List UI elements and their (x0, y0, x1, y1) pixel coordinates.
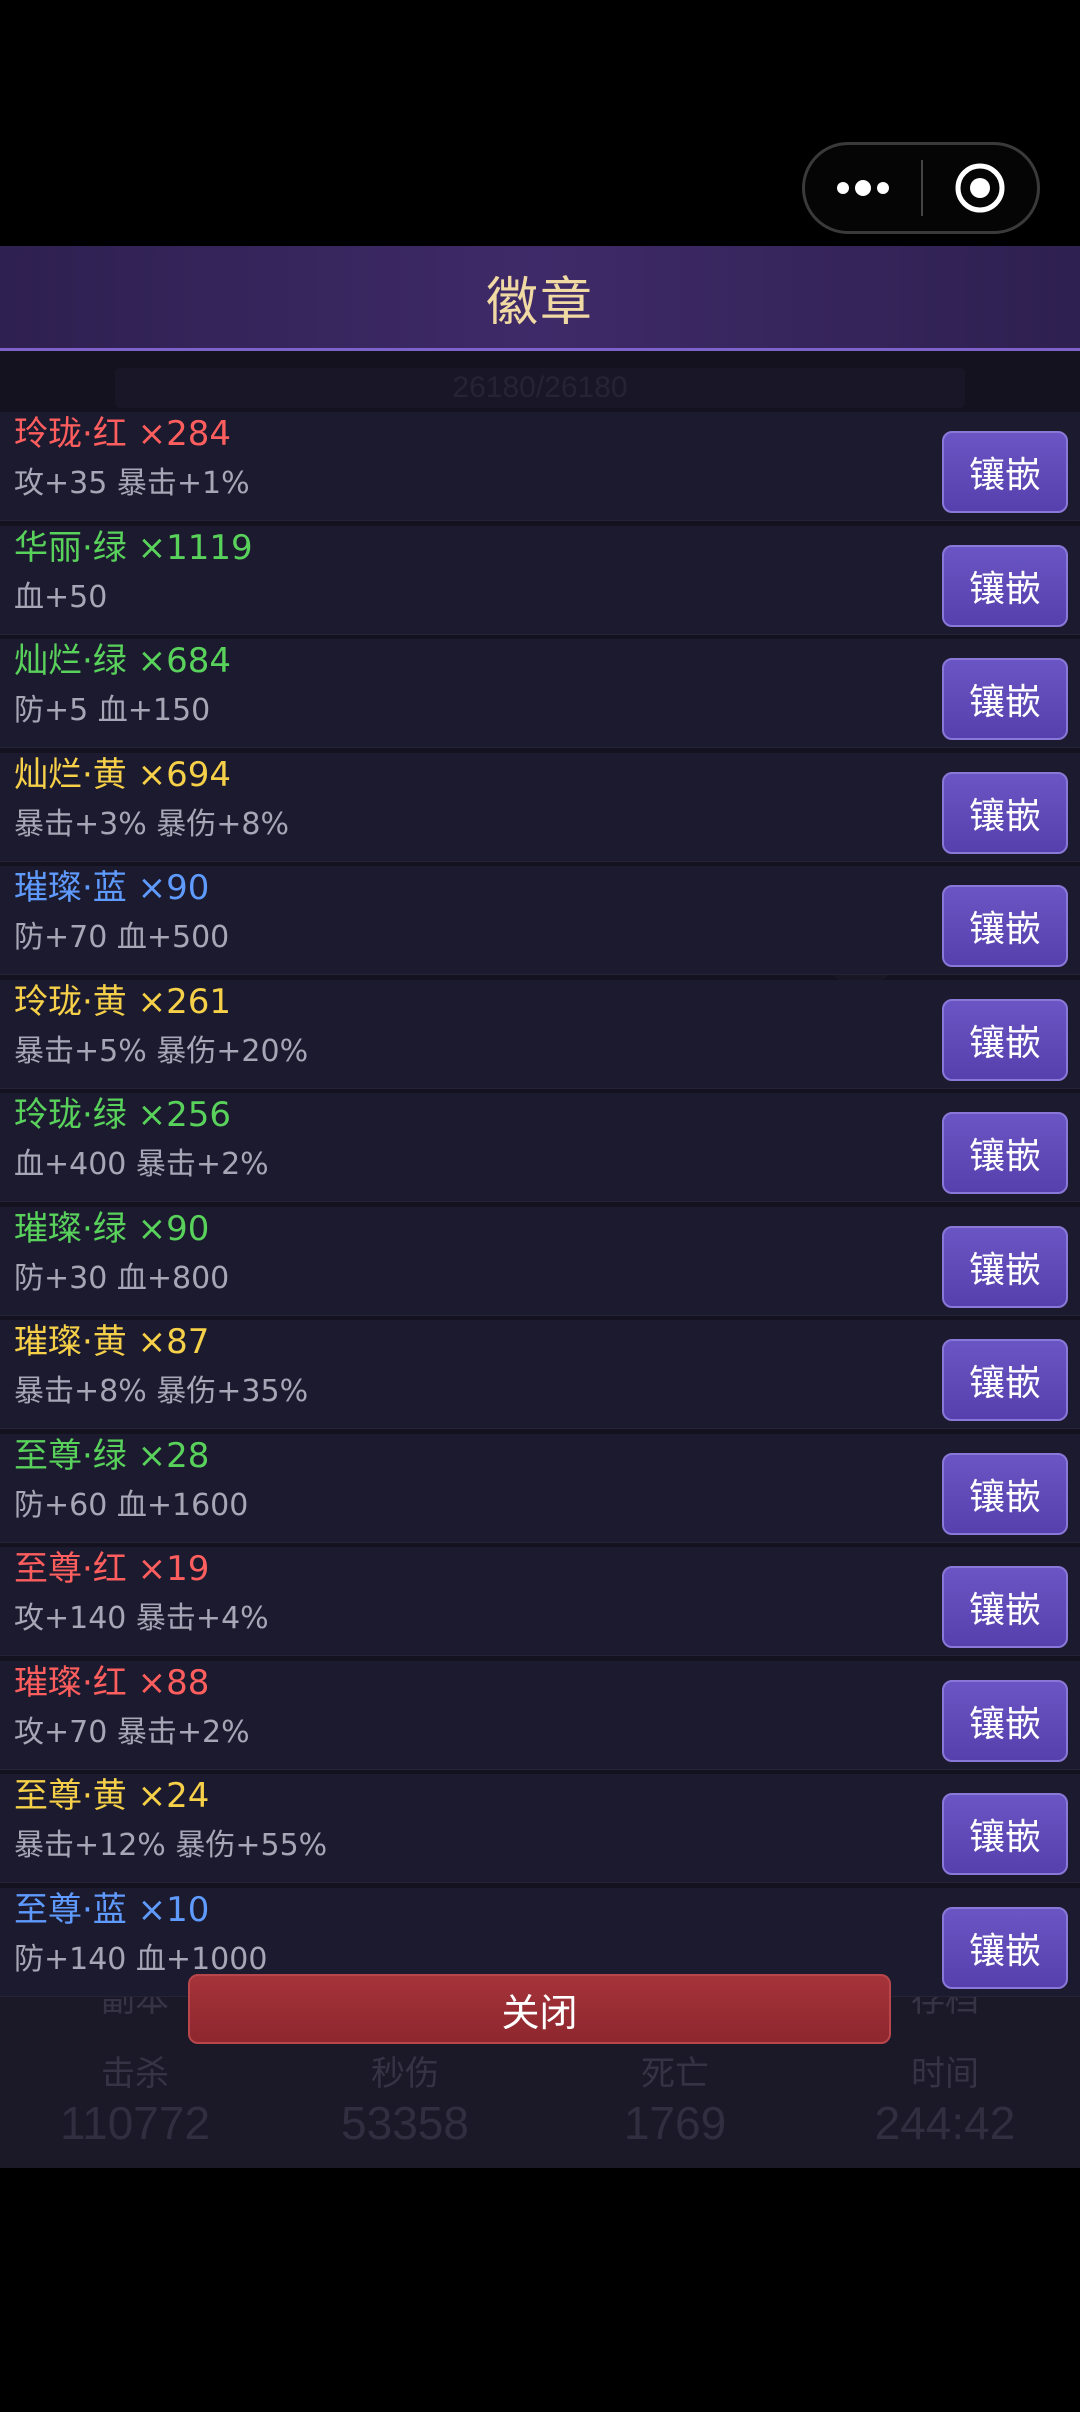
inlay-button[interactable]: 镶嵌 (942, 431, 1068, 513)
stat-value: 110772 (59, 2097, 211, 2149)
badge-effect: 攻+35 暴击+1% (14, 466, 250, 501)
inlay-button[interactable]: 镶嵌 (942, 1906, 1068, 1989)
badge-effect: 防+30 血+800 (14, 1260, 230, 1296)
mini-program-capsule (802, 142, 1040, 234)
badge-effect: 暴击+5% 暴伤+20% (14, 1033, 309, 1069)
badge-effect: 暴击+3% 暴伤+8% (14, 806, 289, 842)
background-stat-labels: 击杀 秒伤 死亡 时间 (0, 2046, 1080, 2095)
badge-effect: 防+60 血+1600 (14, 1487, 249, 1523)
badge-effect: 血+400 暴击+2% (14, 1147, 269, 1182)
badge-row: 璀璨·黄 ×87 暴击+8% 暴伤+35% 镶嵌 (0, 1320, 1080, 1429)
stat-value: 53358 (341, 2097, 469, 2149)
inlay-button[interactable]: 镶嵌 (942, 1566, 1068, 1648)
badge-name: 玲珑·黄 ×261 (14, 981, 231, 1022)
badge-name: 璀璨·蓝 ×90 (14, 868, 210, 908)
badge-row: 璀璨·红 ×88 攻+70 暴击+2% 镶嵌 (0, 1660, 1080, 1770)
stat-label: 死亡 (641, 2055, 709, 2093)
inlay-button[interactable]: 镶嵌 (942, 1339, 1068, 1421)
dialog-title-bar: 徽章 (0, 246, 1080, 351)
more-dots-icon[interactable] (805, 145, 921, 231)
badge-name: 至尊·红 ×19 (14, 1549, 210, 1589)
badge-row: 至尊·绿 ×28 防+60 血+1600 镶嵌 (0, 1433, 1080, 1543)
inlay-button[interactable]: 镶嵌 (942, 658, 1068, 740)
stat-value: 1769 (623, 2097, 727, 2149)
inlay-button[interactable]: 镶嵌 (942, 544, 1068, 627)
inlay-button[interactable]: 镶嵌 (942, 1793, 1068, 1875)
badge-row: 华丽·绿 ×1119 血+50 镶嵌 (0, 525, 1080, 635)
inlay-button[interactable]: 镶嵌 (942, 1452, 1068, 1535)
target-circle-icon[interactable] (923, 145, 1037, 231)
background-hp-bar: 26180/26180 (115, 368, 965, 408)
badge-name: 玲珑·红 ×284 (14, 414, 231, 454)
dialog-title: 徽章 (485, 272, 594, 333)
inlay-button[interactable]: 镶嵌 (942, 771, 1068, 854)
badge-name: 至尊·蓝 ×10 (14, 1889, 210, 1930)
inlay-button[interactable]: 镶嵌 (942, 1112, 1068, 1194)
inlay-button[interactable]: 镶嵌 (942, 1679, 1068, 1762)
badge-row: 灿烂·黄 ×694 暴击+3% 暴伤+8% 镶嵌 (0, 752, 1080, 862)
stat-label: 击杀 (101, 2055, 169, 2093)
badge-effect: 攻+140 暴击+4% (14, 1601, 269, 1636)
inlay-button[interactable]: 镶嵌 (942, 1225, 1068, 1308)
close-button[interactable]: 关闭 (188, 1974, 891, 2044)
badge-row: 玲珑·绿 ×256 血+400 暴击+2% 镶嵌 (0, 1093, 1080, 1202)
badge-name: 璀璨·黄 ×87 (14, 1322, 210, 1362)
badge-effect: 防+5 血+150 (14, 693, 211, 728)
badge-list[interactable]: 玲珑·红 ×284 攻+35 暴击+1% 镶嵌 华丽·绿 ×1119 血+50 … (0, 412, 1080, 2001)
inlay-button[interactable]: 镶嵌 (942, 998, 1068, 1081)
screen: 26180/26180 5 副本 存档 击杀 秒伤 死亡 时间 110772 5 (0, 0, 1080, 2412)
game-area: 26180/26180 5 副本 存档 击杀 秒伤 死亡 时间 110772 5 (0, 246, 1080, 2168)
badge-row: 玲珑·红 ×284 攻+35 暴击+1% 镶嵌 (0, 412, 1080, 521)
badge-name: 璀璨·红 ×88 (14, 1662, 210, 1703)
badge-row: 至尊·黄 ×24 暴击+12% 暴伤+55% 镶嵌 (0, 1774, 1080, 1883)
badge-name: 玲珑·绿 ×256 (14, 1095, 231, 1135)
badge-effect: 攻+70 暴击+2% (14, 1714, 250, 1750)
badge-name: 华丽·绿 ×1119 (14, 527, 253, 568)
badge-name: 至尊·黄 ×24 (14, 1776, 210, 1816)
badge-row: 璀璨·绿 ×90 防+30 血+800 镶嵌 (0, 1206, 1080, 1316)
badge-name: 灿烂·绿 ×684 (14, 641, 231, 681)
badge-row: 玲珑·黄 ×261 暴击+5% 暴伤+20% 镶嵌 (0, 979, 1080, 1089)
badge-name: 至尊·绿 ×28 (14, 1435, 210, 1476)
badge-effect: 暴击+12% 暴伤+55% (14, 1828, 328, 1863)
badge-effect: 血+50 (14, 579, 108, 615)
badge-row: 璀璨·蓝 ×90 防+70 血+500 镶嵌 (0, 866, 1080, 975)
badge-name: 璀璨·绿 ×90 (14, 1208, 210, 1249)
badge-row: 灿烂·绿 ×684 防+5 血+150 镶嵌 (0, 639, 1080, 748)
badge-effect: 暴击+8% 暴伤+35% (14, 1374, 309, 1409)
badge-row: 至尊·红 ×19 攻+140 暴击+4% 镶嵌 (0, 1547, 1080, 1656)
badge-name: 灿烂·黄 ×694 (14, 754, 231, 795)
stat-value: 244:42 (874, 2097, 1016, 2149)
background-stat-values: 110772 53358 1769 244:42 (0, 2096, 1080, 2150)
stat-label: 秒伤 (371, 2055, 439, 2093)
inlay-button[interactable]: 镶嵌 (942, 885, 1068, 967)
stat-label: 时间 (911, 2055, 979, 2093)
badge-effect: 防+70 血+500 (14, 920, 230, 955)
